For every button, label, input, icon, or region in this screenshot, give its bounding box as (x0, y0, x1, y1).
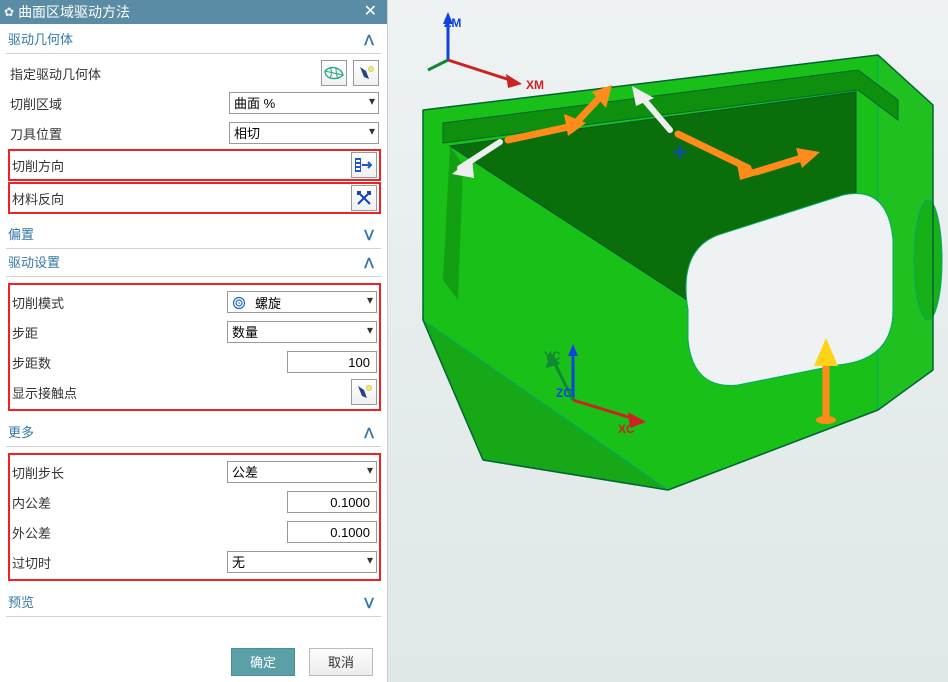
model-body (423, 55, 942, 490)
section-drive-geometry-header[interactable]: 驱动几何体 ᐱ (6, 26, 381, 54)
cut-step-select[interactable]: 公差 (227, 461, 377, 483)
dialog-titlebar: ✿ 曲面区域驱动方法 ✕ (0, 0, 387, 24)
show-contact-button[interactable] (351, 379, 377, 405)
select-surface-button[interactable] (321, 60, 347, 86)
section-more-label: 更多 (8, 419, 34, 447)
show-contact-label: 显示接触点 (12, 383, 208, 402)
cut-direction-label: 切削方向 (12, 156, 212, 175)
zm-axis-label: ZM (444, 16, 461, 30)
overcut-label: 过切时 (12, 553, 208, 572)
section-offset-header[interactable]: 偏置 ᐯ (6, 221, 381, 249)
inner-tolerance-label: 内公差 (12, 493, 208, 512)
tool-position-select[interactable]: 相切 (229, 122, 379, 144)
material-reverse-label: 材料反向 (12, 189, 212, 208)
section-preview-label: 预览 (8, 589, 34, 617)
material-reverse-highlight: 材料反向 (8, 182, 381, 214)
cut-mode-label: 切削模式 (12, 293, 208, 312)
section-drive-geometry-content: 指定驱动几何体 切削区域 曲面 % 刀具位置 (6, 54, 381, 221)
step-number-label: 步距数 (12, 353, 208, 372)
section-offset-label: 偏置 (8, 221, 34, 249)
dialog-title: 曲面区域驱动方法 (18, 0, 360, 24)
section-drive-settings-label: 驱动设置 (8, 249, 60, 277)
cut-region-select[interactable]: 曲面 % (229, 92, 379, 114)
cut-mode-select[interactable]: 螺旋 (227, 291, 377, 313)
collapse-icon: ᐱ (361, 249, 377, 277)
step-select[interactable]: 数量 (227, 321, 377, 343)
more-settings-highlight: 切削步长 公差 内公差 外公差 过切时 无 (8, 453, 381, 581)
expand-icon: ᐯ (361, 589, 377, 617)
section-drive-geometry-label: 驱动几何体 (8, 26, 73, 54)
cut-region-label: 切削区域 (10, 94, 210, 113)
dialog-panel: ✿ 曲面区域驱动方法 ✕ 驱动几何体 ᐱ 指定驱动几何体 (0, 0, 388, 682)
ok-button[interactable]: 确定 (231, 648, 295, 676)
cut-direction-highlight: 切削方向 (8, 149, 381, 181)
cut-direction-button[interactable] (351, 152, 377, 178)
gear-icon: ✿ (4, 0, 14, 24)
xc-axis-label: XC (618, 422, 635, 436)
material-reverse-button[interactable] (351, 185, 377, 211)
step-number-input[interactable] (287, 351, 377, 373)
xm-axis-label: XM (526, 78, 544, 92)
overcut-select[interactable]: 无 (227, 551, 377, 573)
tool-position-label: 刀具位置 (10, 124, 210, 143)
collapse-icon: ᐱ (361, 26, 377, 54)
expand-icon: ᐯ (361, 221, 377, 249)
specify-drive-geom-label: 指定驱动几何体 (10, 64, 210, 83)
zc-axis-label: ZC (556, 386, 572, 400)
cancel-button[interactable]: 取消 (309, 648, 373, 676)
section-drive-settings-content: 切削模式 螺旋 步距 数量 (6, 277, 381, 419)
section-drive-settings-header[interactable]: 驱动设置 ᐱ (6, 249, 381, 277)
close-icon[interactable]: ✕ (360, 0, 381, 24)
yc-axis-label: YC (544, 349, 561, 363)
section-preview-header[interactable]: 预览 ᐯ (6, 589, 381, 617)
outer-tolerance-input[interactable] (287, 521, 377, 543)
outer-tolerance-label: 外公差 (12, 523, 208, 542)
dialog-body: 驱动几何体 ᐱ 指定驱动几何体 切削区域 曲面 % (0, 24, 387, 640)
section-more-content: 切削步长 公差 内公差 外公差 过切时 无 (6, 447, 381, 589)
inner-tolerance-input[interactable] (287, 491, 377, 513)
cut-step-label: 切削步长 (12, 463, 208, 482)
collapse-icon: ᐱ (361, 419, 377, 447)
drive-settings-highlight: 切削模式 螺旋 步距 数量 (8, 283, 381, 411)
section-more-header[interactable]: 更多 ᐱ (6, 419, 381, 447)
step-label: 步距 (12, 323, 208, 342)
csys-top-icon (428, 12, 522, 88)
dialog-footer: 确定 取消 (0, 640, 387, 682)
highlight-button[interactable] (353, 60, 379, 86)
model-viewport[interactable]: ZM XM YC ZC XC (388, 0, 948, 682)
